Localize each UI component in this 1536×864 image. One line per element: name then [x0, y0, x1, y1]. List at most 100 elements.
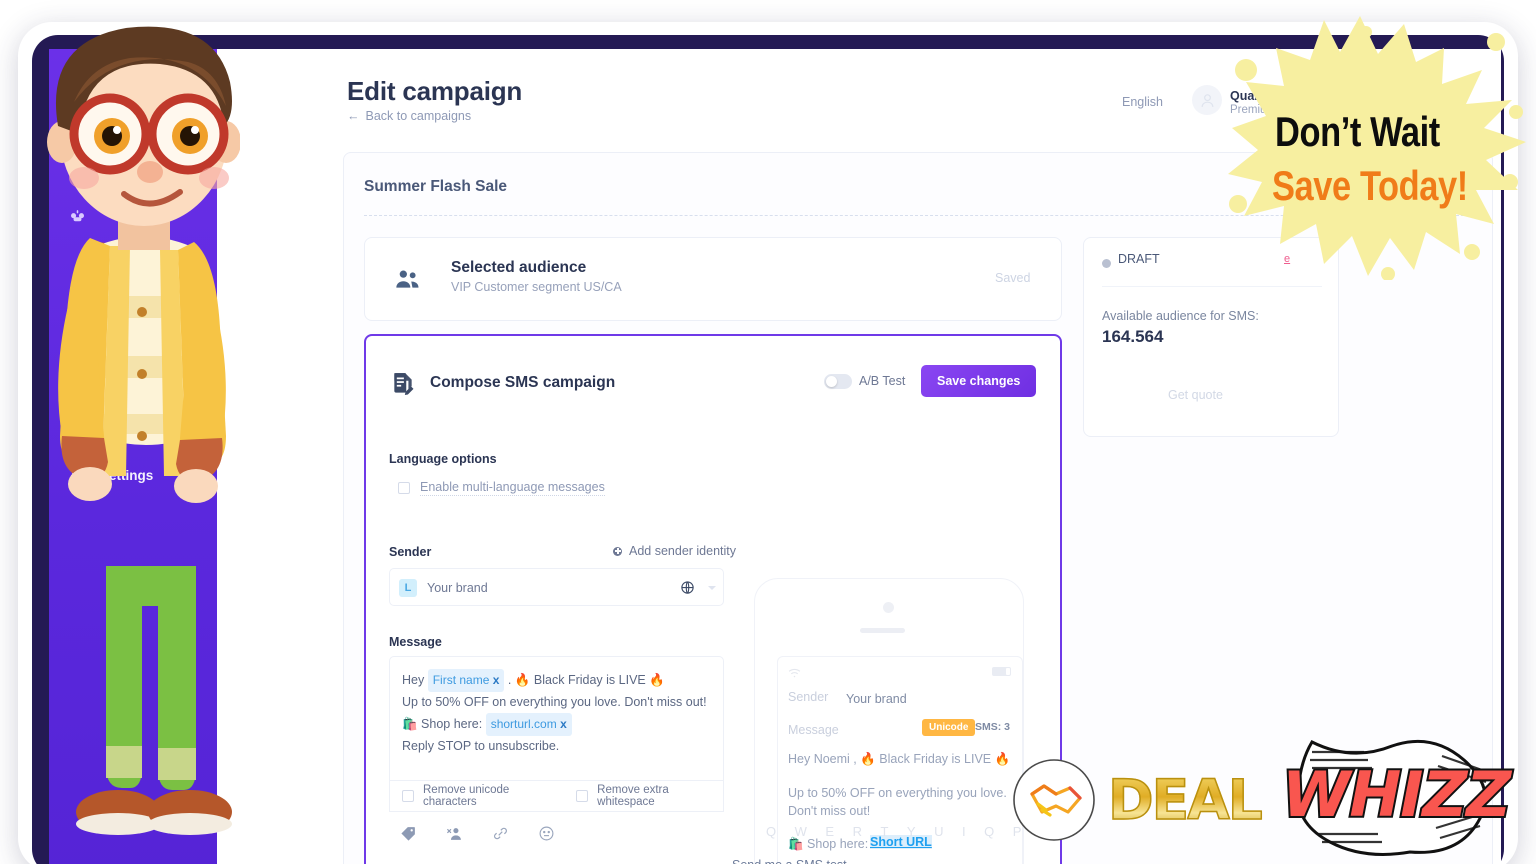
- sms-preview-phone: Sender Your brand Message Unicode SMS: 3…: [754, 578, 1024, 864]
- compose-sms-card: Compose SMS campaign A/B Test Save chang…: [364, 334, 1062, 864]
- avatar[interactable]: [1192, 85, 1222, 115]
- message-options-row: Remove unicode characters Remove extra w…: [389, 781, 724, 812]
- flow-icon: [67, 339, 87, 357]
- ab-test-toggle[interactable]: [824, 374, 852, 389]
- chip-remove-icon[interactable]: x: [493, 673, 500, 687]
- robot-icon: [67, 207, 87, 226]
- message-line-4: Reply STOP to unsubscribe.: [402, 739, 560, 753]
- globe-icon: [680, 580, 695, 600]
- sender-select[interactable]: L Your brand: [389, 568, 724, 606]
- key: R: [852, 824, 863, 839]
- available-audience-label: Available audience for SMS:: [1102, 309, 1259, 323]
- sidebar-item-audiences[interactable]: Audiences: [49, 264, 217, 302]
- battery-icon: [992, 667, 1011, 676]
- message-line-3: 🛍️ Shop here: shorturl.com x: [402, 713, 711, 736]
- first-name-chip[interactable]: First name x: [427, 669, 505, 692]
- sidebar-item-settings[interactable]: Settings: [49, 456, 217, 494]
- link-icon[interactable]: [492, 825, 509, 847]
- msg-suffix: . 🔥 Black Friday is LIVE 🔥: [507, 673, 665, 687]
- compose-document-icon: [390, 370, 416, 403]
- sidebar: Audiences Automations Templates Reports …: [49, 49, 217, 864]
- key: U: [934, 824, 944, 839]
- sidebar-item-label: Templates: [100, 390, 166, 406]
- preview-line-1: Hey Noemi , 🔥 Black Friday is LIVE 🔥: [788, 752, 1011, 766]
- available-audience-value: 164.564: [1102, 327, 1164, 346]
- remove-unicode-label: Remove unicode characters: [423, 784, 510, 808]
- bar-chart-icon: [67, 427, 87, 446]
- chip-label: shorturl.com: [490, 717, 557, 731]
- audience-subtitle: VIP Customer segment US/CA: [451, 280, 622, 294]
- editor-toolbar: [400, 825, 555, 847]
- chip-remove-icon[interactable]: x: [560, 717, 567, 731]
- sidebar-item-reports[interactable]: Reports: [49, 417, 217, 455]
- template-icon: [67, 389, 87, 407]
- language-selector[interactable]: English: [1122, 95, 1163, 109]
- phone-speaker: [860, 628, 905, 633]
- sidebar-collapse-chevron-icon[interactable]: [192, 109, 206, 116]
- promo-headline-1: Don’t Wait: [1275, 108, 1440, 155]
- sidebar-item-label: Automations: [100, 340, 183, 356]
- preview-sender-value: Your brand: [846, 692, 907, 706]
- language-options-label: Language options: [389, 452, 497, 466]
- msg-prefix: Hey: [402, 673, 425, 687]
- chevron-down-icon: [708, 586, 716, 590]
- save-changes-button[interactable]: Save changes: [921, 365, 1037, 397]
- shorturl-chip[interactable]: shorturl.com x: [485, 713, 572, 736]
- compose-title: Compose SMS campaign: [430, 374, 616, 391]
- send-sms-test-link[interactable]: Send me a SMS test: [732, 858, 847, 864]
- encoding-badge: Unicode: [922, 719, 976, 736]
- divider: [1102, 286, 1322, 287]
- message-line-2: Up to 50% OFF on everything you love. Do…: [402, 695, 707, 709]
- gear-icon: [67, 466, 87, 485]
- msg-shop-prefix: 🛍️ Shop here:: [402, 717, 483, 731]
- enable-multilanguage-label: Enable multi-language messages: [420, 480, 605, 496]
- sender-value: Your brand: [427, 581, 488, 595]
- people-icon: [393, 266, 423, 299]
- sender-label: Sender: [389, 545, 432, 559]
- key: I: [961, 824, 967, 839]
- preview-keyboard-row: Q W E R T Y U I Q P: [766, 824, 1022, 839]
- sms-count-label: SMS: 3: [975, 721, 1011, 733]
- sidebar-item-automations[interactable]: Automations: [49, 329, 217, 367]
- message-textarea[interactable]: Hey First name x . 🔥 Black Friday is LIV…: [389, 656, 724, 781]
- add-sender-label: Add sender identity: [629, 544, 737, 558]
- enable-multilanguage-checkbox[interactable]: Enable multi-language messages: [398, 480, 605, 496]
- arrow-left-icon: ←: [347, 109, 360, 123]
- page-title: Edit campaign: [347, 76, 523, 106]
- preview-line-3: Don't miss out!: [788, 804, 871, 818]
- message-label: Message: [389, 635, 442, 649]
- remove-whitespace-label: Remove extra whitespace: [597, 784, 669, 808]
- selected-audience-card[interactable]: Selected audience VIP Customer segment U…: [364, 237, 1062, 321]
- key: Q: [984, 824, 995, 839]
- sidebar-item-templates[interactable]: Templates: [49, 379, 217, 417]
- contact-remove-icon[interactable]: [446, 825, 463, 847]
- key: E: [825, 824, 835, 839]
- remove-whitespace-checkbox[interactable]: [576, 790, 589, 802]
- phone-camera-dot: [883, 602, 894, 613]
- brand-name-part1: DEAL: [1107, 767, 1263, 833]
- promo-headline-2: Save Today!: [1272, 162, 1468, 209]
- audience-status: Saved: [995, 271, 1031, 285]
- back-to-campaigns-link[interactable]: ← Back to campaigns: [347, 109, 471, 123]
- message-line-1: Hey First name x . 🔥 Black Friday is LIV…: [402, 669, 711, 692]
- back-link-label: Back to campaigns: [365, 109, 472, 123]
- preview-line-2: Up to 50% OFF on everything you love.: [788, 786, 1007, 800]
- audience-title: Selected audience: [451, 259, 587, 276]
- ab-test-label: A/B Test: [859, 374, 906, 388]
- status-dot: [1102, 259, 1111, 268]
- sidebar-item-label: Audiences: [100, 275, 169, 291]
- status-badge: DRAFT: [1118, 252, 1160, 266]
- sender-badge: L: [399, 579, 417, 597]
- sidebar-item-bot[interactable]: [49, 197, 217, 235]
- brand-name-part2: WHIZZ: [1280, 756, 1513, 833]
- plus-circle-icon: [613, 546, 622, 556]
- tag-add-icon[interactable]: [400, 825, 417, 847]
- emoji-icon[interactable]: [538, 825, 555, 847]
- checkbox-box: [398, 482, 410, 494]
- preview-message-label: Message: [788, 723, 839, 737]
- remove-unicode-checkbox[interactable]: [402, 790, 414, 802]
- key: T: [880, 824, 889, 839]
- add-sender-identity-button[interactable]: Add sender identity: [613, 544, 736, 558]
- chip-label: First name: [432, 673, 490, 687]
- get-quote-button[interactable]: Get quote: [1168, 388, 1223, 402]
